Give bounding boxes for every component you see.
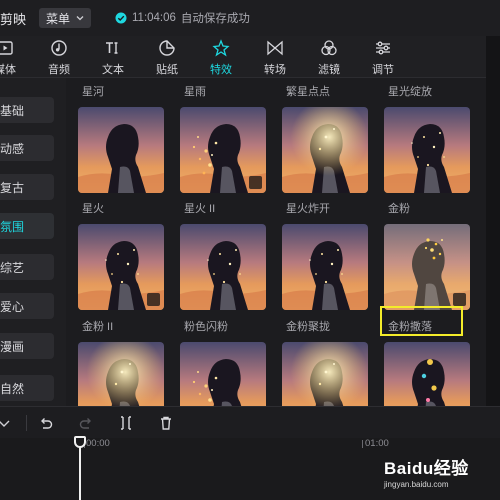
effect-label[interactable]: 星火炸开 <box>286 200 330 216</box>
effect-thumbnail[interactable] <box>180 107 266 193</box>
tab-transition[interactable]: 转场 <box>260 38 290 78</box>
effect-thumbnail[interactable] <box>384 224 470 310</box>
tab-text[interactable]: 文本 <box>98 38 128 78</box>
transition-icon <box>267 40 283 56</box>
highlight-annotation <box>380 306 463 336</box>
category-dynamic[interactable]: 动感 <box>0 135 54 161</box>
audio-icon <box>51 40 67 56</box>
tab-label: 贴纸 <box>156 64 178 76</box>
download-icon[interactable] <box>249 176 262 189</box>
watermark-url: jingyan.baidu.com <box>384 480 449 489</box>
download-icon[interactable] <box>147 293 160 306</box>
category-variety[interactable]: 综艺 <box>0 254 54 280</box>
effect-label[interactable]: 粉色闪粉 <box>184 318 228 334</box>
divider <box>26 415 27 431</box>
delete-icon[interactable] <box>158 415 174 431</box>
tab-effects[interactable]: 特效 <box>206 38 236 78</box>
effect-thumbnail[interactable] <box>282 342 368 406</box>
category-love[interactable]: 爱心 <box>0 293 54 319</box>
sticker-icon <box>159 40 175 56</box>
time-marker-start: 00:00 <box>86 438 110 449</box>
chevron-down-icon[interactable] <box>0 415 12 431</box>
menu-button[interactable]: 菜单 <box>39 8 91 28</box>
category-comic[interactable]: 漫画 <box>0 333 54 359</box>
redo-icon[interactable] <box>78 415 94 431</box>
tab-filter[interactable]: 滤镜 <box>314 38 344 78</box>
category-atmosphere[interactable]: 氛围 <box>0 213 54 239</box>
text-icon <box>106 42 118 54</box>
effect-label[interactable]: 繁星点点 <box>286 83 330 99</box>
category-retro[interactable]: 复古 <box>0 174 54 200</box>
category-nature[interactable]: 自然 <box>0 375 54 401</box>
effect-thumbnail[interactable] <box>282 107 368 193</box>
effect-label[interactable]: 星火 II <box>184 200 215 216</box>
effect-thumbnail[interactable] <box>78 342 164 406</box>
effects-category-sidebar: 基础 动感 复古 氛围 综艺 爱心 漫画 自然 <box>0 78 66 406</box>
filter-icon <box>321 40 337 56</box>
save-text: 自动保存成功 <box>180 13 250 25</box>
tab-sticker[interactable]: 贴纸 <box>152 38 182 78</box>
effect-label[interactable]: 金粉 II <box>82 318 113 334</box>
tab-audio[interactable]: 音频 <box>44 38 74 78</box>
effect-label[interactable]: 星光绽放 <box>388 83 432 99</box>
category-basic[interactable]: 基础 <box>0 97 54 123</box>
media-icon <box>0 41 13 55</box>
effect-thumbnail[interactable] <box>180 224 266 310</box>
effect-label[interactable]: 星雨 <box>184 83 206 99</box>
tab-label: 转场 <box>264 64 286 76</box>
download-icon[interactable] <box>453 293 466 306</box>
tab-label: 特效 <box>210 64 232 76</box>
save-status: 11:04:06 自动保存成功 <box>115 10 250 26</box>
effect-thumbnail[interactable] <box>180 342 266 406</box>
effect-label[interactable]: 金粉 <box>388 200 410 216</box>
tab-label: 音频 <box>48 64 70 76</box>
effect-label[interactable]: 星火 <box>82 200 104 216</box>
adjust-icon <box>376 41 390 55</box>
panel-divider <box>486 36 500 406</box>
effects-grid: 星河 星雨 繁星点点 星光绽放 星火 星火 II 星火炸开 金粉 金粉 II 粉… <box>66 78 486 406</box>
effects-icon <box>212 39 230 57</box>
menu-label: 菜单 <box>46 11 71 26</box>
effect-label[interactable]: 星河 <box>82 83 104 99</box>
app-title: 剪映 <box>0 12 27 27</box>
watermark-logo: Baidu经验 <box>384 459 469 478</box>
check-circle-icon <box>115 12 127 24</box>
effect-thumbnail[interactable] <box>384 107 470 193</box>
playhead-handle[interactable] <box>74 436 86 448</box>
tab-label: 调节 <box>372 64 394 76</box>
toolbar: 媒体 音频 文本 贴纸 特效 转场 滤镜 调节 <box>0 36 486 78</box>
watermark: Baidu经验 jingyan.baidu.com <box>384 454 469 489</box>
tab-label: 文本 <box>102 64 124 76</box>
title-bar: 剪映 菜单 11:04:06 自动保存成功 <box>0 0 500 36</box>
timeline-toolbar <box>0 406 500 438</box>
undo-icon[interactable] <box>38 415 54 431</box>
tick <box>362 440 363 448</box>
split-icon[interactable] <box>118 415 134 431</box>
save-time: 11:04:06 <box>132 12 176 24</box>
effect-thumbnail[interactable] <box>78 224 164 310</box>
tab-media[interactable]: 媒体 <box>0 38 20 78</box>
effect-thumbnail[interactable] <box>384 342 470 406</box>
tab-adjust[interactable]: 调节 <box>368 38 398 78</box>
time-marker-1min: 01:00 <box>365 438 389 449</box>
tab-label: 滤镜 <box>318 64 340 76</box>
effect-thumbnail[interactable] <box>282 224 368 310</box>
chevron-down-icon <box>76 16 84 21</box>
effect-thumbnail[interactable] <box>78 107 164 193</box>
effect-label[interactable]: 金粉聚拢 <box>286 318 330 334</box>
tab-label: 媒体 <box>0 64 16 76</box>
